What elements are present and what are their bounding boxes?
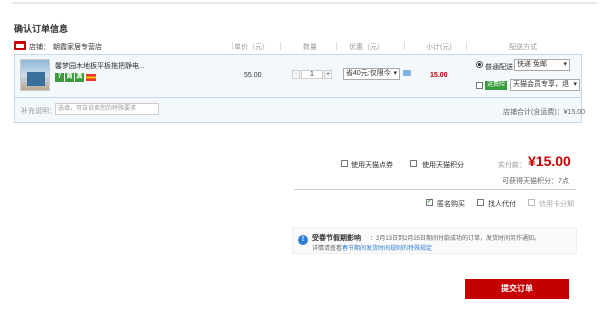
shipping-method-value: 快递 免邮: [517, 61, 547, 68]
store-label: 店铺：: [29, 44, 50, 51]
product-thumbnail[interactable]: [20, 59, 50, 91]
paid-amount: ¥15.00: [528, 153, 571, 169]
member-offer-select[interactable]: 天猫会员专享，退 ▾: [510, 79, 580, 91]
notice-body: ：2月13日到2月25日期间付款成功的订单，发货时间另作通知。: [370, 236, 541, 242]
normal-shipping-radio[interactable]: [476, 61, 483, 68]
store-name-link[interactable]: 朝霞家居专营店: [53, 42, 102, 52]
tmall-points-label: 使用天猫积分: [422, 162, 464, 169]
tmall-coupon-label: 使用天猫点券: [351, 162, 393, 169]
chevron-down-icon: ▾: [573, 80, 577, 90]
shipping-method-select[interactable]: 快递 免邮 ▾: [514, 59, 570, 71]
top-divider: [12, 2, 597, 4]
credit-installment-label: 信用卡分期: [539, 201, 574, 208]
seven-day-return-badge[interactable]: 7: [55, 73, 64, 82]
item-subtotal: 15.00: [430, 72, 448, 79]
authentic-badge[interactable]: 真: [75, 73, 84, 82]
col-price: 单价（元）: [234, 44, 269, 51]
chevron-down-icon: ▾: [563, 61, 567, 68]
notice-rule-link[interactable]: 春节期间发货时间规则的特殊规定: [342, 246, 432, 252]
points-gain: 可获得天猫积分：7点: [502, 178, 569, 185]
store-total: 店铺合计(含运费)：¥15.00: [503, 109, 586, 116]
paid-label: 实付款：: [498, 162, 526, 169]
qty-input[interactable]: 1: [301, 70, 323, 79]
member-offer-value: 天猫会员专享，退: [513, 81, 569, 88]
credit-installment-checkbox[interactable]: [528, 199, 535, 206]
header-separator: [280, 42, 281, 50]
col-discount: 优惠（元）: [349, 44, 384, 51]
tmall-points-checkbox[interactable]: [410, 160, 417, 167]
info-icon: !: [298, 235, 308, 245]
anonymous-label: 匿名购买: [437, 201, 465, 208]
unit-price: 55.00: [244, 72, 262, 79]
order-item-row: 馨梦园木地板平板拖把静电... 7 商 真 55.00 - 1 + 省40元:仅…: [14, 54, 582, 98]
discount-select-value: 省40元:仅限今: [346, 70, 391, 77]
holiday-notice: ! 受春节假期影响 ：2月13日到2月25日期间付款成功的订单，发货时间另作通知…: [292, 227, 577, 254]
header-separator: [336, 42, 337, 50]
proxy-pay-checkbox[interactable]: [477, 199, 484, 206]
store-icon: [14, 41, 26, 50]
col-qty: 数量: [303, 44, 317, 51]
message-icon[interactable]: [403, 70, 411, 76]
col-shipping: 配送方式: [509, 44, 537, 51]
product-title-link[interactable]: 馨梦园木地板平板拖把静电...: [55, 61, 145, 71]
tmall-coupon-checkbox[interactable]: [341, 160, 348, 167]
proxy-pay-label: 找人代付: [488, 201, 516, 208]
header-separator: [404, 42, 405, 50]
normal-shipping-label: 普通配送: [485, 64, 513, 71]
shipping-insurance-badge: 运费险: [485, 81, 508, 90]
notice-title: 受春节假期影响: [312, 235, 361, 242]
shipping-insurance-checkbox[interactable]: [476, 82, 483, 89]
header-separator: [232, 42, 233, 50]
submit-order-button[interactable]: 提交订单: [465, 279, 569, 299]
note-row: 补充说明： 选填，可告诉卖您的特殊要求 店铺合计(含运费)：¥15.00: [14, 98, 586, 123]
discount-select[interactable]: 省40元:仅限今 ▾: [343, 68, 400, 80]
summary-divider: [294, 189, 576, 190]
flag-icon: [86, 74, 96, 81]
qty-increase-button[interactable]: +: [324, 70, 332, 79]
notice-details: 详情请查看春节期间发货时间规则的特殊规定: [312, 243, 432, 252]
note-input[interactable]: 选填，可告诉卖您的特殊要求: [55, 103, 159, 115]
col-subtotal: 小计(元): [426, 44, 452, 51]
notice-details-prefix: 详情请查看: [312, 246, 343, 252]
order-table-header: 店铺： 朝霞家居专营店 单价（元） 数量 优惠（元） 小计(元) 配送方式: [14, 40, 596, 52]
anonymous-checkbox[interactable]: [426, 197, 433, 206]
qty-decrease-button[interactable]: -: [292, 70, 300, 79]
header-separator: [466, 42, 467, 50]
note-label: 补充说明：: [21, 108, 56, 115]
merchant-badge[interactable]: 商: [65, 73, 74, 82]
page-title: 确认订单信息: [14, 24, 69, 34]
chevron-down-icon: ▾: [393, 70, 397, 77]
